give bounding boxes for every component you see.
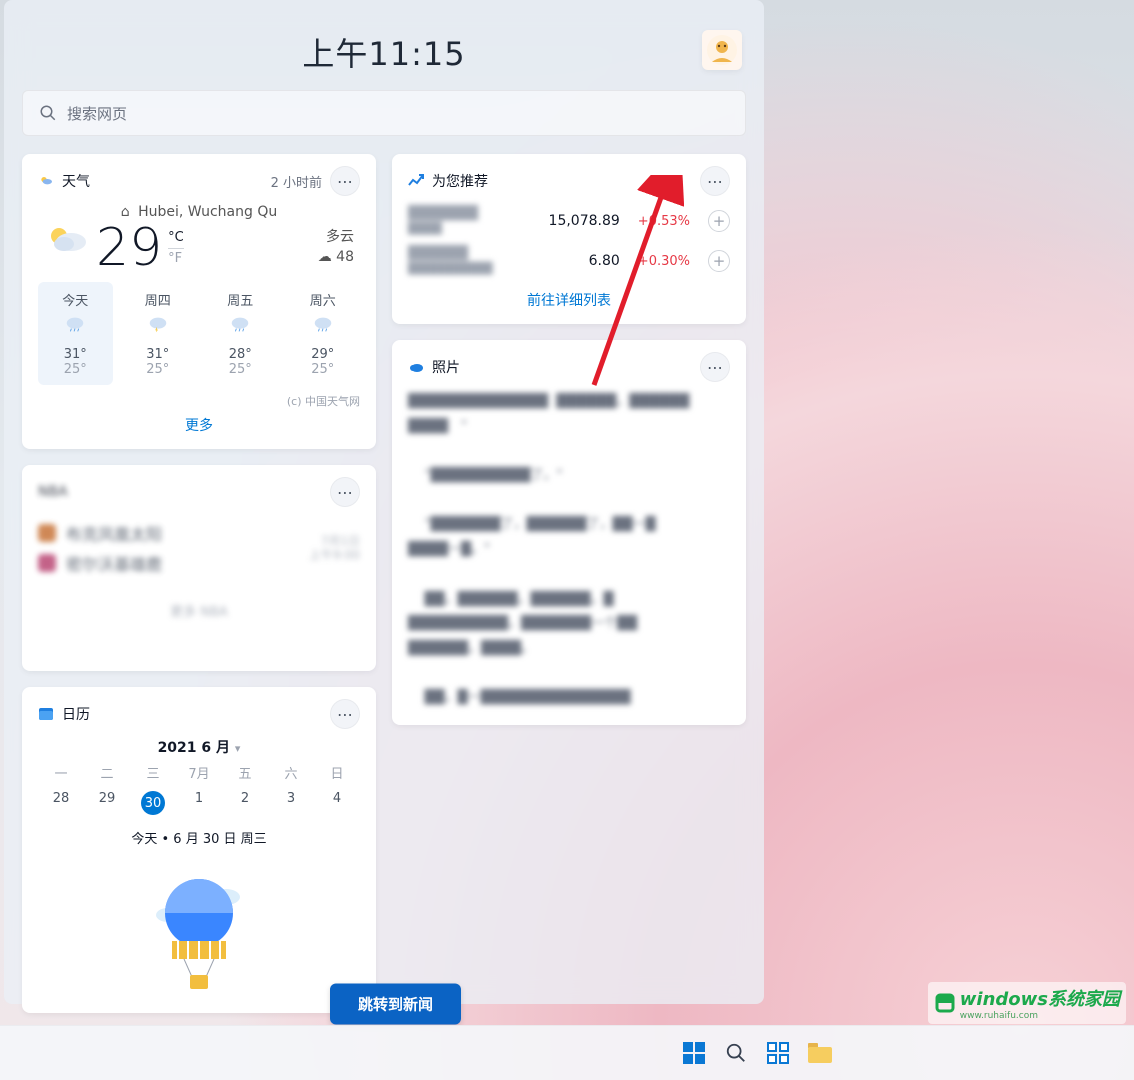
forecast-day[interactable]: 今天 31° 25° <box>38 282 113 385</box>
weather-forecast: 今天 31° 25° 周四 31° 25° 周五 28° <box>38 282 360 385</box>
clock-text: 上午11:15 <box>302 29 465 75</box>
list-item: 布克凤凰太阳 <box>38 521 309 545</box>
photos-card[interactable]: 照片 ⋯ ██████████████ ██████，██████████ " … <box>392 340 746 725</box>
weather-more-button[interactable]: ⋯ <box>330 166 360 196</box>
photos-title: 照片 <box>432 357 460 377</box>
file-explorer-button[interactable] <box>806 1039 834 1067</box>
weather-extra: ☁ 48 <box>318 248 354 268</box>
rain-icon <box>229 315 251 333</box>
search-icon <box>39 104 57 122</box>
rain-icon <box>312 315 334 333</box>
list-item: 密尔沃基雄鹿 <box>38 551 309 575</box>
weather-condition-icon <box>44 222 90 256</box>
weather-updated: 2 小时前 <box>271 172 322 191</box>
profile-avatar[interactable] <box>702 30 742 70</box>
forecast-day[interactable]: 周六 29° 25° <box>286 282 361 385</box>
recommended-details-link[interactable]: 前往详细列表 <box>408 290 730 310</box>
sports-card[interactable]: NBA ⋯ 布克凤凰太阳 密尔沃基雄鹿 <box>22 465 376 671</box>
weather-title: 天气 <box>62 171 90 191</box>
photos-body-blurred: ██████████████ ██████，██████████ " "████… <box>408 390 730 711</box>
panel-header: 上午11:15 <box>4 14 764 90</box>
calendar-today-text: 今天 • 6 月 30 日 周三 <box>38 828 360 847</box>
sports-title: NBA <box>38 484 68 500</box>
start-button[interactable] <box>680 1039 708 1067</box>
chevron-down-icon: ▾ <box>235 742 241 755</box>
stock-value: 15,078.89 <box>540 213 620 229</box>
calendar-day[interactable]: 28 <box>38 788 84 818</box>
table-row[interactable]: ███████████ 15,078.89 +0.53% + <box>408 206 730 236</box>
search-icon <box>725 1042 747 1064</box>
calendar-day[interactable]: 2 <box>222 788 268 818</box>
weather-location: ⌂ Hubei, Wuchang Qu <box>38 204 360 220</box>
calendar-more-button[interactable]: ⋯ <box>330 699 360 729</box>
windows-logo-icon <box>683 1042 705 1064</box>
cloud-icon <box>408 359 424 375</box>
add-stock-button[interactable]: + <box>708 210 730 232</box>
stock-change: +0.53% <box>638 214 690 229</box>
weather-card[interactable]: 天气 2 小时前 ⋯ ⌂ Hubei, Wuchang Qu <box>22 154 376 449</box>
storm-icon <box>147 315 169 333</box>
calendar-day[interactable]: 3 <box>268 788 314 818</box>
calendar-card[interactable]: 日历 ⋯ 2021 6 月 ▾ 一 二 三 7月 五 六 日 28 <box>22 687 376 1013</box>
watermark: windows系统家园 www.ruhaifu.com <box>928 982 1126 1024</box>
taskbar <box>0 1025 1134 1080</box>
right-column: 为您推荐 ⋯ ███████████ 15,078.89 +0.53% + ██… <box>392 154 746 1013</box>
balloon-illustration <box>144 869 254 999</box>
stock-value: 6.80 <box>540 253 620 269</box>
weather-condition-text: 多云 <box>318 228 354 248</box>
photos-more-button[interactable]: ⋯ <box>700 352 730 382</box>
task-view-button[interactable] <box>764 1039 792 1067</box>
weather-temperature: 29 <box>96 222 162 274</box>
search-box[interactable]: 搜索网页 <box>22 90 746 136</box>
weather-more-link[interactable]: 更多 <box>38 415 360 435</box>
calendar-grid: 一 二 三 7月 五 六 日 28 29 30 1 2 3 4 <box>38 763 360 818</box>
table-row[interactable]: ████████████████ 6.80 +0.30% + <box>408 246 730 276</box>
weather-credit: (c) 中国天气网 <box>38 393 360 409</box>
widgets-panel: 上午11:15 搜索网页 天气 <box>4 0 764 1004</box>
folder-icon <box>808 1043 832 1063</box>
forecast-day[interactable]: 周四 31° 25° <box>121 282 196 385</box>
avatar-icon <box>706 34 738 66</box>
rain-icon <box>64 315 86 333</box>
calendar-title: 日历 <box>62 704 90 724</box>
jump-to-news-button[interactable]: 跳转到新闻 <box>330 984 461 1025</box>
weather-icon <box>38 173 54 189</box>
stock-change: +0.30% <box>638 254 690 269</box>
sports-more-button[interactable]: ⋯ <box>330 477 360 507</box>
recommended-card[interactable]: 为您推荐 ⋯ ███████████ 15,078.89 +0.53% + ██… <box>392 154 746 324</box>
task-view-icon <box>767 1042 789 1064</box>
calendar-day-today[interactable]: 30 <box>130 788 176 818</box>
weather-units[interactable]: °C °F <box>168 230 184 266</box>
calendar-day[interactable]: 1 <box>176 788 222 818</box>
calendar-month[interactable]: 2021 6 月 ▾ <box>38 737 360 757</box>
sports-footer[interactable]: 更多 NBA <box>38 601 360 620</box>
calendar-day[interactable]: 29 <box>84 788 130 818</box>
calendar-day[interactable]: 4 <box>314 788 360 818</box>
taskbar-search-button[interactable] <box>722 1039 750 1067</box>
calendar-icon <box>38 706 54 722</box>
forecast-day[interactable]: 周五 28° 25° <box>203 282 278 385</box>
widgets-grid: 天气 2 小时前 ⋯ ⌂ Hubei, Wuchang Qu <box>4 154 764 1013</box>
trend-up-icon <box>408 173 424 189</box>
search-placeholder: 搜索网页 <box>67 103 127 124</box>
watermark-logo-icon <box>934 992 956 1014</box>
add-stock-button[interactable]: + <box>708 250 730 272</box>
left-column: 天气 2 小时前 ⋯ ⌂ Hubei, Wuchang Qu <box>22 154 376 1013</box>
recommended-more-button[interactable]: ⋯ <box>700 166 730 196</box>
recommended-title: 为您推荐 <box>432 171 488 191</box>
